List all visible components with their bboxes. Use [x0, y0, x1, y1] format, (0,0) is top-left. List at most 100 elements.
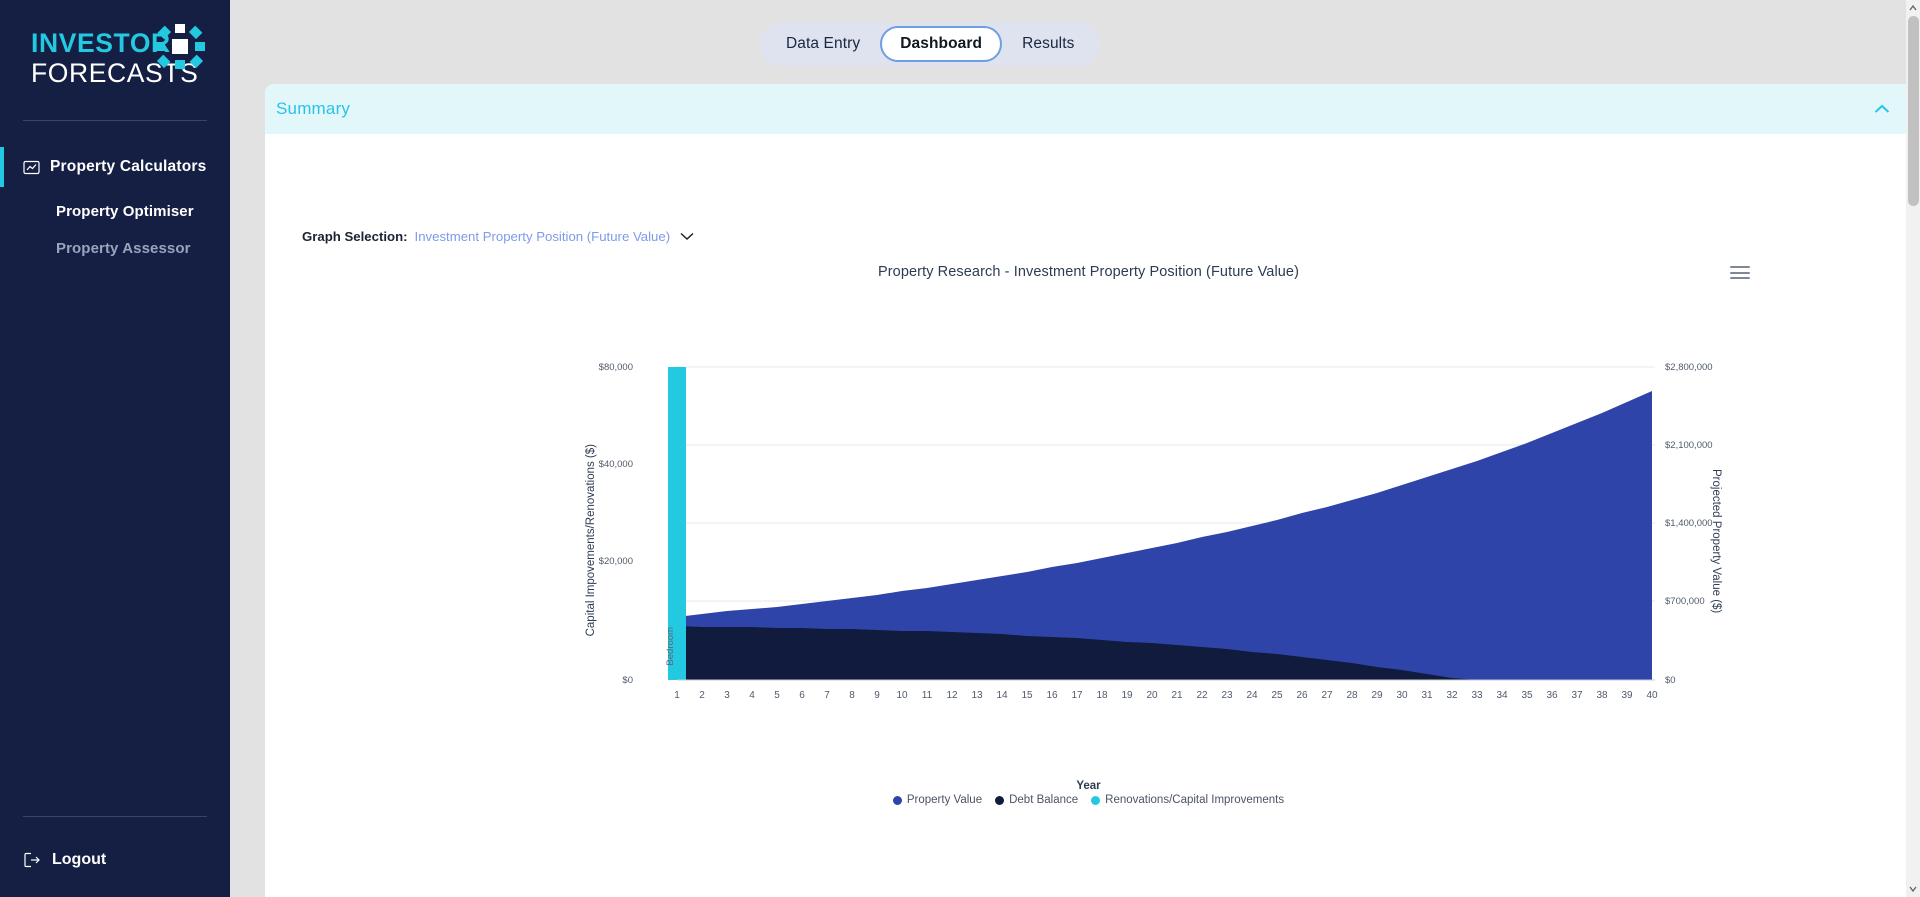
- x-tick-label: 17: [1071, 690, 1083, 701]
- x-tick-label: 4: [749, 690, 755, 701]
- x-tick-label: 13: [971, 690, 983, 701]
- sidebar-item-label: Property Assessor: [56, 240, 191, 257]
- y-tick-left: $80,000: [598, 362, 633, 373]
- graph-selection-control[interactable]: Graph Selection: Investment Property Pos…: [302, 229, 694, 244]
- x-tick-label: 35: [1521, 690, 1533, 701]
- x-tick-label: 39: [1621, 690, 1633, 701]
- asterisk-burst-icon: [155, 24, 205, 69]
- legend-label: Renovations/Capital Improvements: [1105, 794, 1285, 806]
- x-tick-label: 21: [1171, 690, 1183, 701]
- x-tick-label: 23: [1221, 690, 1233, 701]
- y-tick-right: $700,000: [1665, 596, 1705, 607]
- app-logo: INVESTOR FORECASTS: [0, 0, 230, 90]
- scroll-down-arrow[interactable]: [1906, 881, 1920, 897]
- legend-label: Debt Balance: [1009, 794, 1079, 806]
- x-tick-label: 24: [1246, 690, 1258, 701]
- chevron-up-icon[interactable]: [1874, 104, 1890, 114]
- sidebar-bottom-divider: [23, 816, 207, 817]
- x-tick-label: 16: [1046, 690, 1058, 701]
- summary-title: Summary: [276, 99, 351, 118]
- x-tick-label: 5: [774, 690, 780, 701]
- x-tick-label: 12: [946, 690, 958, 701]
- x-tick-label: 40: [1646, 690, 1658, 701]
- legend-color-swatch: [1091, 795, 1101, 805]
- legend-color-swatch: [892, 795, 902, 805]
- tab-group: Data Entry Dashboard Results: [760, 22, 1101, 66]
- tab-data-entry[interactable]: Data Entry: [766, 26, 880, 62]
- legend-color-swatch: [995, 795, 1005, 805]
- page-scrollbar[interactable]: [1906, 0, 1920, 897]
- x-tick-label: 33: [1471, 690, 1483, 701]
- y-tick-right: $1,400,000: [1665, 518, 1713, 529]
- x-tick-label: 29: [1371, 690, 1383, 701]
- summary-card-header: Summary: [265, 84, 1912, 134]
- x-tick-label: 18: [1096, 690, 1108, 701]
- x-tick-label: 34: [1496, 690, 1508, 701]
- y-tick-left: $40,000: [598, 459, 633, 470]
- x-tick-label: 15: [1021, 690, 1033, 701]
- x-tick-label: 2: [699, 690, 705, 701]
- sidebar-item-property-optimiser[interactable]: Property Optimiser: [0, 203, 230, 221]
- legend-item-property-value[interactable]: Property Value: [892, 794, 983, 806]
- x-tick-label: 10: [896, 690, 908, 701]
- x-tick-label: 36: [1546, 690, 1558, 701]
- top-tab-bar: Data Entry Dashboard Results: [230, 0, 1920, 86]
- x-tick-label: 1: [674, 690, 680, 701]
- tab-dashboard[interactable]: Dashboard: [880, 26, 1003, 62]
- x-tick-label: 31: [1421, 690, 1433, 701]
- x-tick-label: 27: [1321, 690, 1333, 701]
- scrollbar-thumb[interactable]: [1908, 16, 1919, 206]
- chart-title: Property Research - Investment Property …: [877, 264, 1300, 280]
- investment-position-chart: Capital Impovements/Renovations ($) Proj…: [265, 294, 1912, 854]
- chart-box-icon: [23, 160, 40, 174]
- y-tick-right: $2,100,000: [1665, 440, 1713, 451]
- chevron-down-icon[interactable]: [680, 232, 694, 241]
- y-axis-left-title: Capital Impovements/Renovations ($): [585, 444, 597, 637]
- summary-card: Summary Graph Selection: Investment Prop…: [265, 84, 1912, 897]
- y-tick-right: $0: [1665, 675, 1676, 686]
- x-tick-label: 38: [1596, 690, 1608, 701]
- x-tick-label: 30: [1396, 690, 1408, 701]
- legend-label: Property Value: [906, 794, 983, 806]
- sidebar-nav: Property Calculators Property Optimiser …: [0, 147, 230, 277]
- hamburger-menu-icon[interactable]: [1730, 266, 1750, 280]
- sidebar-item-property-assessor[interactable]: Property Assessor: [0, 240, 230, 258]
- x-tick-label: 25: [1271, 690, 1283, 701]
- y-axis-right-title: Projected Property Value ($): [1710, 469, 1722, 614]
- bar-category-label: Bedroom: [665, 627, 676, 666]
- sidebar-item-label: Property Calculators: [50, 158, 207, 175]
- sidebar-item-label: Property Optimiser: [56, 203, 194, 220]
- y-tick-left: $0: [622, 675, 633, 686]
- x-tick-label: 28: [1346, 690, 1358, 701]
- y-tick-right: $2,800,000: [1665, 362, 1713, 373]
- x-tick-label: 11: [921, 690, 933, 701]
- x-tick-label: 19: [1121, 690, 1133, 701]
- logout-button[interactable]: Logout: [0, 851, 230, 869]
- chart-legend: Property Value Debt Balance Renovations/…: [265, 794, 1912, 806]
- x-tick-label: 6: [799, 690, 805, 701]
- scroll-up-arrow[interactable]: [1906, 0, 1920, 16]
- x-tick-label: 3: [724, 690, 730, 701]
- x-tick-label: 9: [874, 690, 880, 701]
- x-tick-label: 7: [824, 690, 830, 701]
- logout-label: Logout: [52, 851, 107, 868]
- x-tick-label: 20: [1146, 690, 1158, 701]
- sidebar-item-property-calculators[interactable]: Property Calculators: [0, 147, 230, 187]
- x-tick-label: 32: [1446, 690, 1458, 701]
- graph-selection-label: Graph Selection:: [302, 229, 408, 244]
- x-tick-label: 22: [1196, 690, 1208, 701]
- x-axis-title: Year: [1076, 780, 1101, 792]
- sidebar-top-divider: [23, 120, 207, 121]
- y-tick-left: $20,000: [598, 556, 633, 567]
- x-tick-label: 26: [1296, 690, 1308, 701]
- logout-icon: [24, 852, 40, 868]
- graph-selection-value[interactable]: Investment Property Position (Future Val…: [415, 229, 671, 244]
- x-tick-label: 14: [996, 690, 1008, 701]
- sidebar: INVESTOR FORECASTS Property Calculators: [0, 0, 230, 897]
- tab-results[interactable]: Results: [1002, 26, 1094, 62]
- legend-item-debt-balance[interactable]: Debt Balance: [995, 794, 1078, 806]
- x-tick-label: 8: [849, 690, 855, 701]
- x-tick-label: 37: [1571, 690, 1583, 701]
- legend-item-renovations[interactable]: Renovations/Capital Improvements: [1091, 794, 1284, 806]
